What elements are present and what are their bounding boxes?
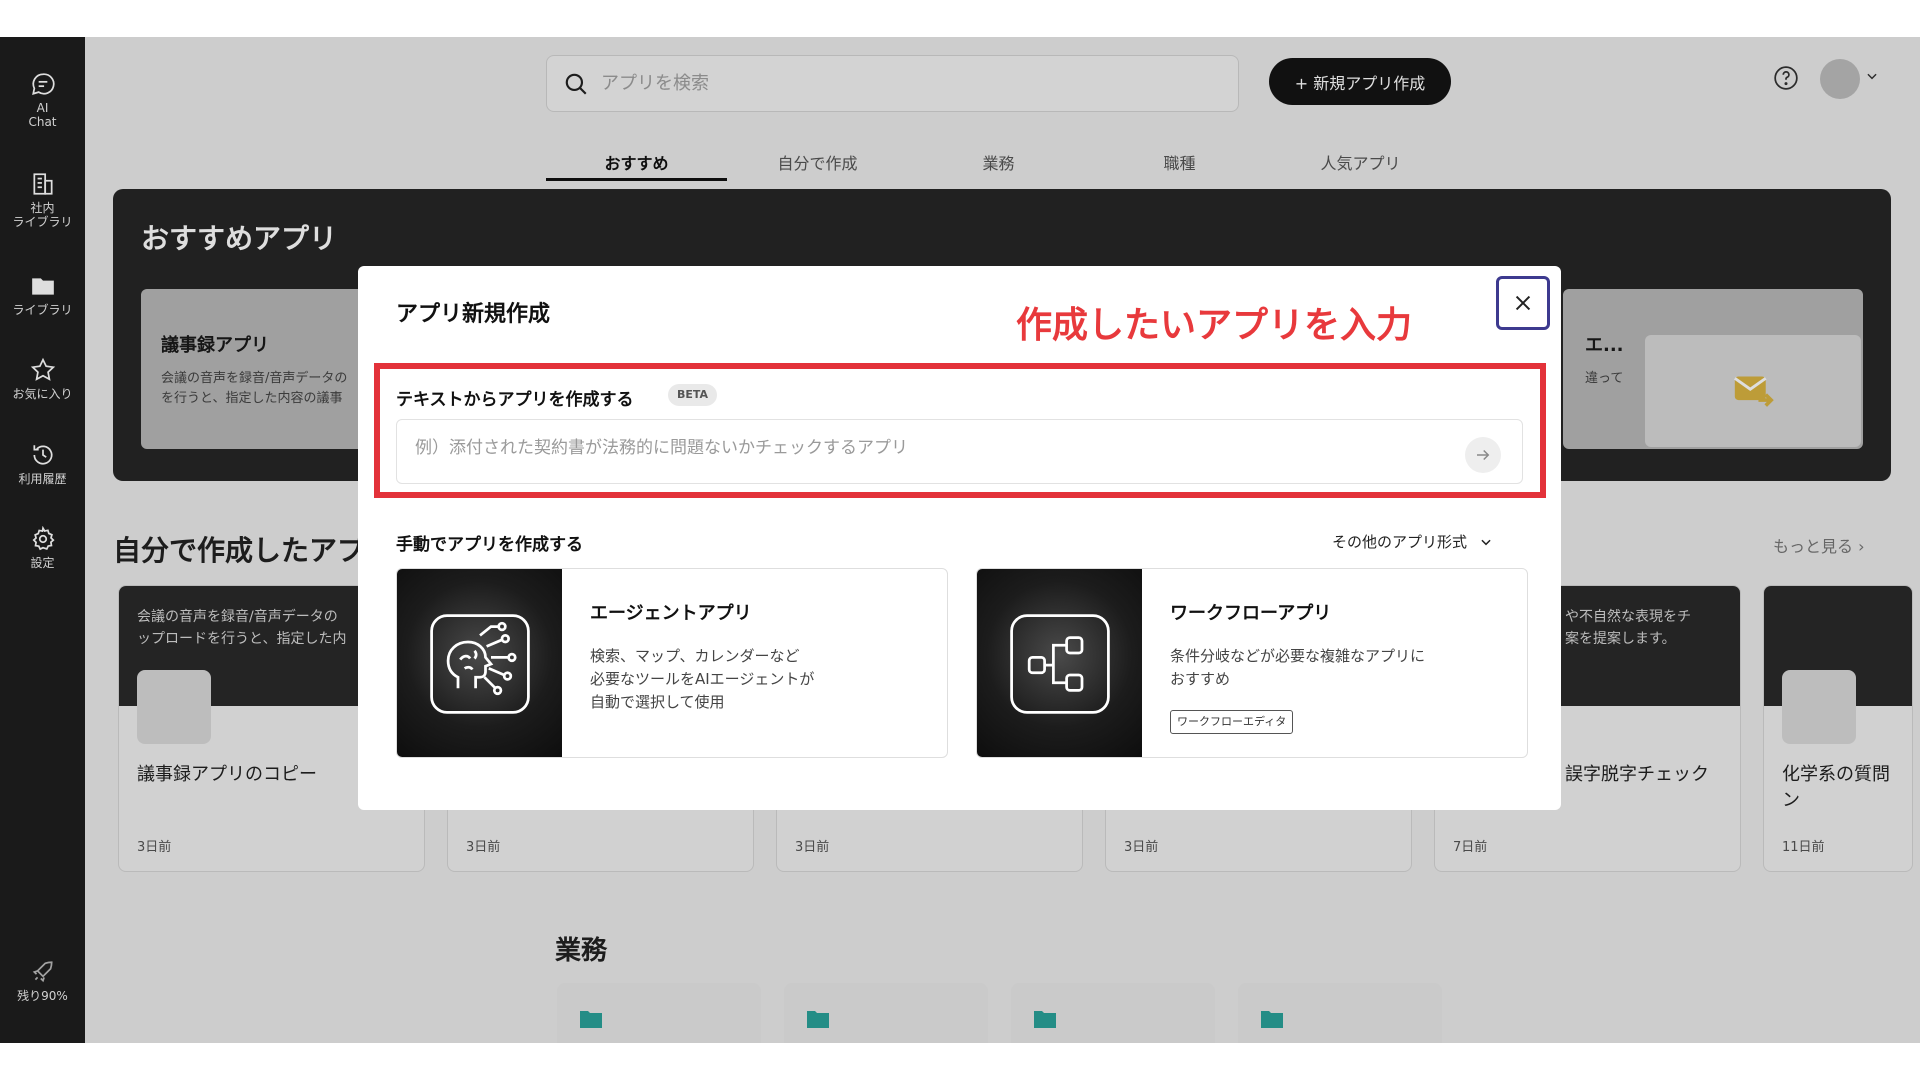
new-app-modal: アプリ新規作成 作成したいアプリを入力 テキストからアプリを作成する BETA … — [358, 266, 1561, 810]
agent-app-option[interactable]: エージェントアプリ 検索、マップ、カレンダーなど 必要なツールをAIエージェント… — [396, 568, 948, 758]
workflow-app-desc: 条件分岐などが必要な複雑なアプリに おすすめ — [1170, 647, 1426, 688]
workflow-icon — [1009, 614, 1110, 714]
app-prompt-input[interactable] — [415, 438, 1455, 458]
text-create-label: テキストからアプリを作成する — [396, 390, 634, 410]
agent-app-desc: 検索、マップ、カレンダーなど 必要なツールをAIエージェントが 自動で選択して使… — [590, 647, 815, 711]
other-formats-label: その他のアプリ形式 — [1332, 533, 1468, 551]
ai-brain-icon — [429, 614, 530, 714]
annotation-text: 作成したいアプリを入力 — [1016, 305, 1413, 346]
workflow-app-option[interactable]: ワークフローアプリ 条件分岐などが必要な複雑なアプリに おすすめ ワークフローエ… — [976, 568, 1528, 758]
modal-title: アプリ新規作成 — [396, 302, 551, 327]
agent-app-image — [397, 569, 562, 757]
close-icon — [1515, 295, 1531, 311]
workflow-editor-tag: ワークフローエディタ — [1170, 710, 1294, 734]
workflow-app-title: ワークフローアプリ — [1170, 603, 1332, 624]
workflow-app-image — [977, 569, 1142, 757]
manual-create-label: 手動でアプリを作成する — [396, 535, 583, 555]
submit-button[interactable] — [1465, 437, 1501, 473]
close-button[interactable] — [1496, 276, 1550, 330]
agent-app-title: エージェントアプリ — [590, 603, 752, 624]
beta-badge: BETA — [668, 384, 718, 406]
app-prompt-field[interactable] — [396, 419, 1523, 484]
other-formats-dropdown[interactable]: その他のアプリ形式 — [1332, 531, 1493, 552]
app-frame: AI Chat 社内 ライブラリ ライブラリ お気に入り 利用履歴 設定 残り9… — [0, 37, 1920, 1043]
arrow-right-icon — [1477, 449, 1490, 461]
chevron-down-icon — [1481, 539, 1491, 545]
